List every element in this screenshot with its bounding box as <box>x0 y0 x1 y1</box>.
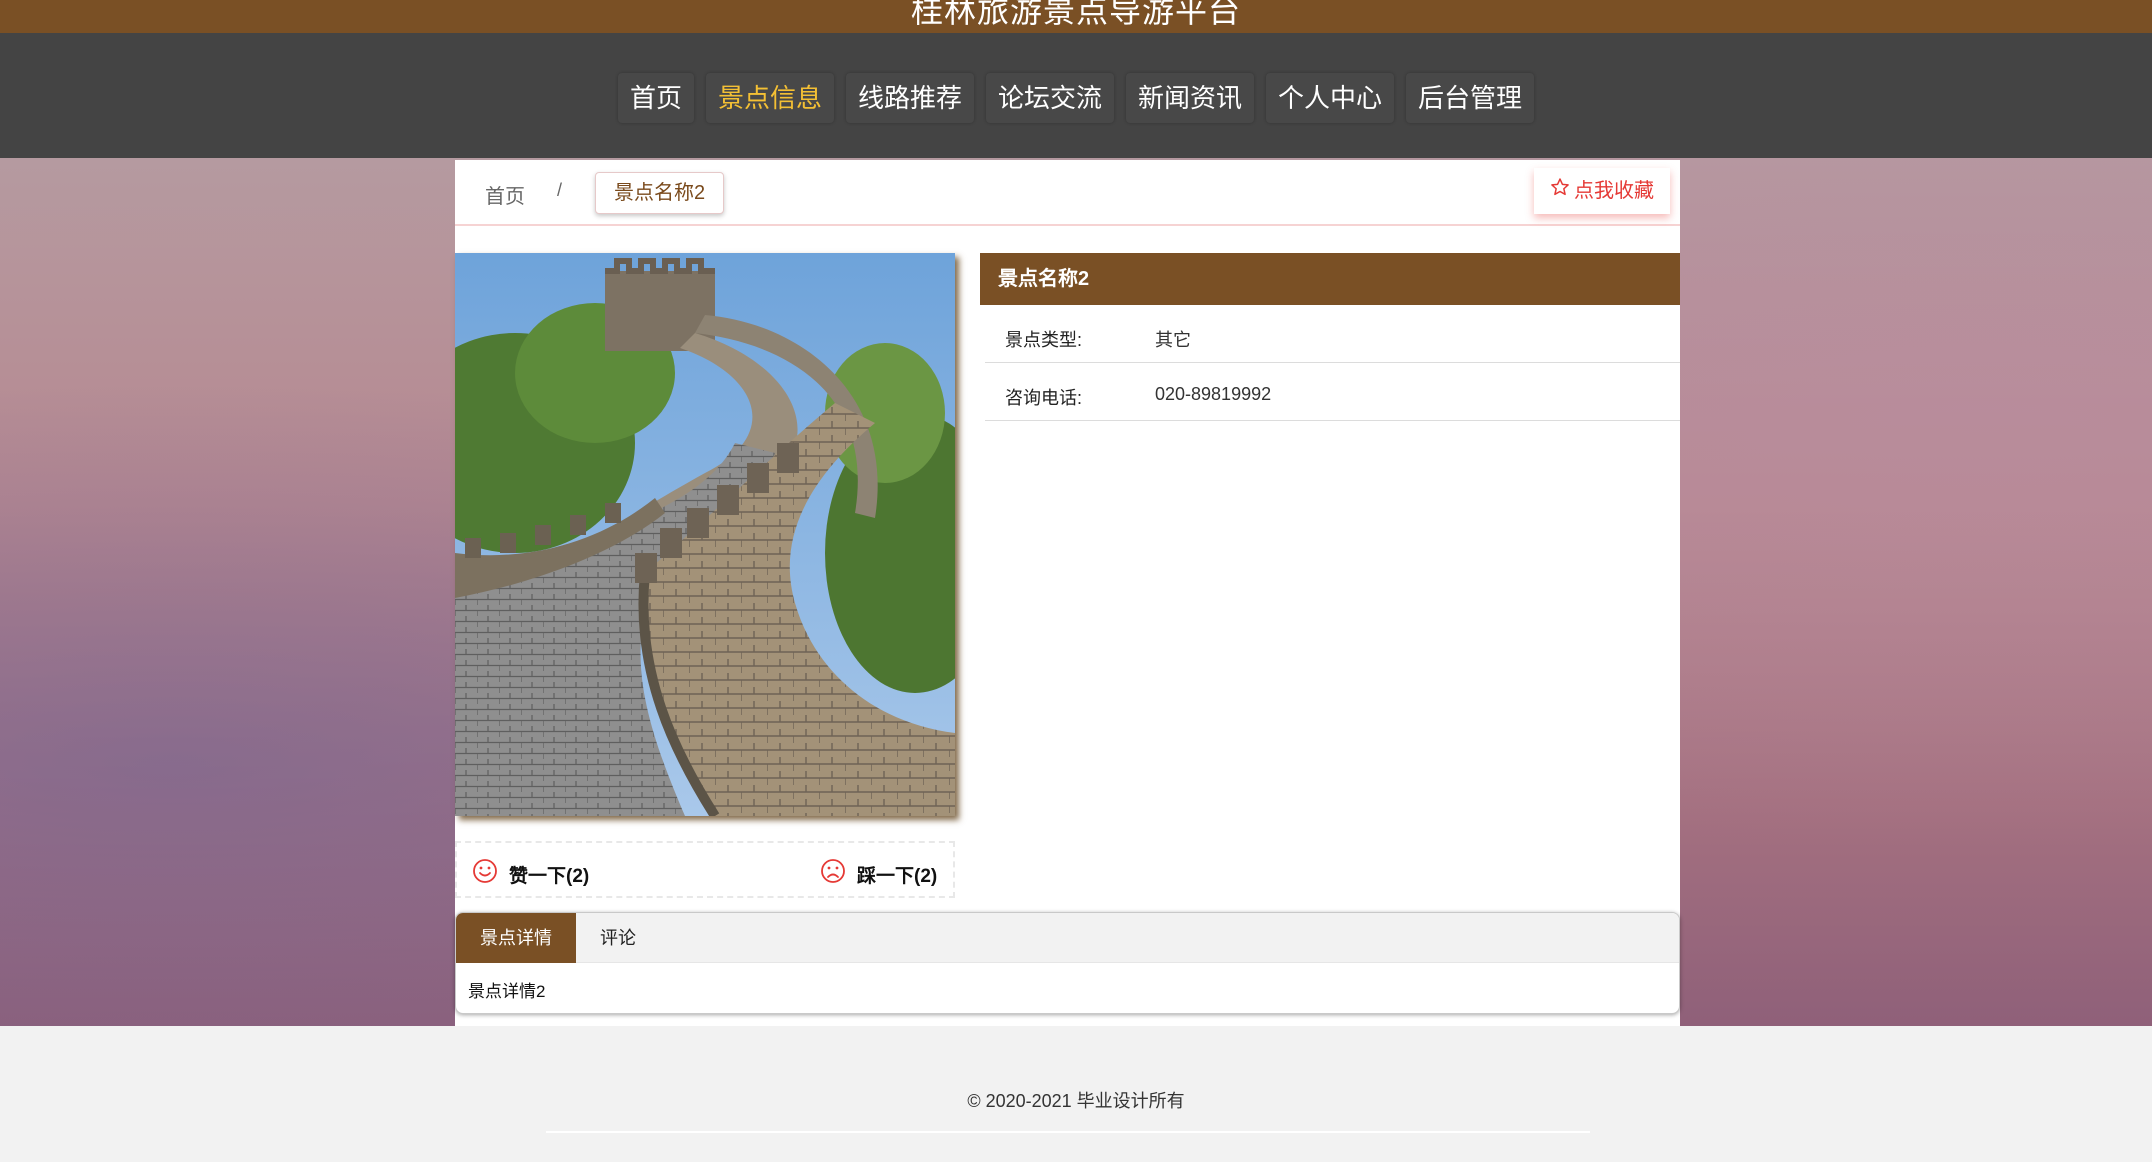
nav-item-profile[interactable]: 个人中心 <box>1266 73 1395 123</box>
smile-icon <box>471 857 499 891</box>
tab-comments[interactable]: 评论 <box>576 913 660 963</box>
main-content: 首页 / 景点名称2 点我收藏 赞一下(2) 踩一下(2) 景点名称2 景点类型… <box>455 160 1680 1026</box>
tab-content: 景点详情2 <box>468 982 546 1001</box>
info-value-type: 其它 <box>1155 330 1191 350</box>
breadcrumb-home-link[interactable]: 首页 <box>485 180 525 209</box>
tab-details[interactable]: 景点详情 <box>456 913 576 963</box>
nav-item-home[interactable]: 首页 <box>617 73 694 123</box>
info-value-phone: 020-89819992 <box>1155 384 1272 404</box>
attraction-photo <box>455 253 955 816</box>
dislike-button[interactable]: 踩一下(2) <box>819 857 937 891</box>
breadcrumb: 首页 / 景点名称2 点我收藏 <box>455 160 1680 226</box>
nav-item-forum[interactable]: 论坛交流 <box>985 73 1114 123</box>
top-header: 桂林旅游景点导游平台 <box>0 0 2152 33</box>
attraction-info-panel: 景点名称2 景点类型: 其它 咨询电话: 020-89819992 <box>980 253 1680 421</box>
nav-item-admin[interactable]: 后台管理 <box>1406 73 1535 123</box>
nav-item-attractions[interactable]: 景点信息 <box>705 73 834 123</box>
footer: © 2020-2021 毕业设计所有 <box>0 1041 2152 1162</box>
footer-divider <box>546 1131 1590 1133</box>
detail-tabs: 景点详情 评论 景点详情2 <box>455 912 1680 1014</box>
tab-header: 景点详情 评论 <box>456 913 1679 963</box>
nav-item-news[interactable]: 新闻资讯 <box>1126 73 1255 123</box>
dislike-label: 踩一下(2) <box>857 865 938 887</box>
copyright-text: © 2020-2021 毕业设计所有 <box>967 1091 1185 1111</box>
info-row-phone: 咨询电话: 020-89819992 <box>985 363 1680 421</box>
nav-menu: 首页 景点信息 线路推荐 论坛交流 新闻资讯 个人中心 后台管理 <box>0 73 2152 123</box>
star-outline-icon <box>1550 168 1570 214</box>
nav-item-routes[interactable]: 线路推荐 <box>845 73 974 123</box>
site-title: 桂林旅游景点导游平台 <box>910 0 1241 29</box>
breadcrumb-separator: / <box>557 180 563 200</box>
like-button[interactable]: 赞一下(2) <box>471 857 589 891</box>
vote-row: 赞一下(2) 踩一下(2) <box>455 841 955 898</box>
favorite-label: 点我收藏 <box>1574 180 1654 202</box>
like-label: 赞一下(2) <box>509 865 590 887</box>
attraction-name-title: 景点名称2 <box>980 253 1680 305</box>
main-navbar: 首页 景点信息 线路推荐 论坛交流 新闻资讯 个人中心 后台管理 <box>0 33 2152 158</box>
frown-icon <box>819 857 847 891</box>
breadcrumb-current: 景点名称2 <box>595 172 725 214</box>
info-row-type: 景点类型: 其它 <box>985 305 1680 363</box>
favorite-button[interactable]: 点我收藏 <box>1534 168 1670 214</box>
info-label-type: 景点类型: <box>1005 330 1083 350</box>
info-label-phone: 咨询电话: <box>1005 388 1083 408</box>
